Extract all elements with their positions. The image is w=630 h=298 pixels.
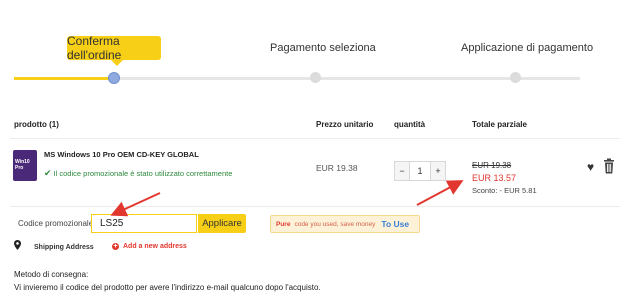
- arrow-to-promo-input: [110, 192, 161, 217]
- arrow-to-discounted-total: [416, 180, 464, 206]
- annotation-arrows: [110, 180, 464, 217]
